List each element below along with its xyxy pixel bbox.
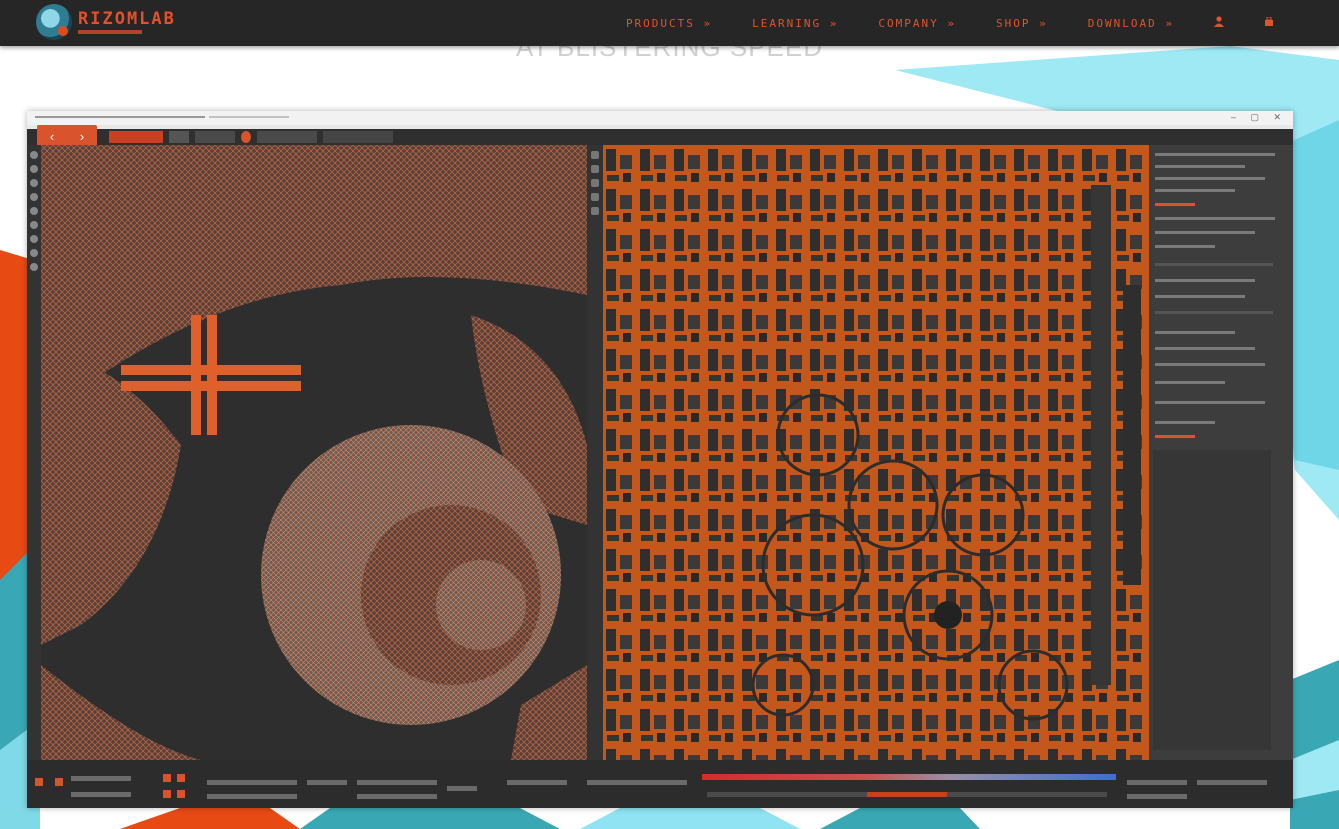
rizomuv-app-window: – ▢ ✕ ‹ › [27, 111, 1293, 808]
left-toolstrip [27, 145, 41, 760]
nav-products[interactable]: PRODUCTS » [626, 17, 712, 30]
tool-icon[interactable] [30, 207, 38, 215]
nav-download[interactable]: DOWNLOAD » [1088, 17, 1174, 30]
tool-icon[interactable] [591, 207, 599, 215]
nav-shop[interactable]: SHOP » [996, 17, 1048, 30]
nav-company[interactable]: COMPANY » [878, 17, 956, 30]
app-toolbar: ‹ › [27, 125, 1293, 147]
bottom-button[interactable] [55, 778, 63, 786]
logo-mark-icon [36, 4, 72, 40]
bottom-button[interactable] [163, 790, 171, 798]
arrow-left-icon[interactable]: ‹ [50, 129, 54, 144]
tool-icon[interactable] [30, 221, 38, 229]
window-controls-icon[interactable]: – ▢ ✕ [1231, 112, 1287, 123]
distortion-gradient-bar [702, 774, 1116, 780]
tool-icon[interactable] [30, 263, 38, 271]
toolbar-accent-block[interactable] [109, 131, 163, 143]
3d-viewport[interactable] [41, 145, 587, 760]
toolbar-button[interactable] [257, 131, 317, 143]
tool-icon[interactable] [30, 249, 38, 257]
toolbar-button[interactable] [195, 131, 235, 143]
toolbar-button[interactable] [241, 131, 251, 143]
main-nav: PRODUCTS » LEARNING » COMPANY » SHOP » D… [626, 0, 1339, 46]
uv-viewport[interactable] [603, 145, 1149, 760]
uv-islands-render [603, 145, 1149, 760]
bottom-button[interactable] [163, 774, 171, 782]
tool-icon[interactable] [591, 151, 599, 159]
toolbar-button[interactable] [169, 131, 189, 143]
tool-icon[interactable] [591, 165, 599, 173]
tool-icon[interactable] [591, 193, 599, 201]
viewport-divider-tools [587, 145, 603, 760]
tool-icon[interactable] [30, 193, 38, 201]
tool-icon[interactable] [30, 151, 38, 159]
bottom-button[interactable] [177, 774, 185, 782]
logo-name: RIZOMLAB [78, 9, 176, 29]
tool-icon[interactable] [30, 235, 38, 243]
toolbar-button[interactable] [323, 131, 393, 143]
tool-icon[interactable] [30, 165, 38, 173]
3d-mesh-render [41, 145, 587, 760]
bottom-panel [27, 760, 1293, 808]
arrow-right-icon[interactable]: › [80, 129, 84, 144]
nav-learning[interactable]: LEARNING » [752, 17, 838, 30]
bottom-button[interactable] [177, 790, 185, 798]
user-icon[interactable] [1214, 16, 1224, 30]
logo-tagline-bar [78, 30, 142, 34]
settings-panel [1149, 145, 1293, 760]
cart-icon[interactable] [1264, 16, 1274, 30]
top-navigation-bar: RIZOMLAB PRODUCTS » LEARNING » COMPANY »… [0, 0, 1339, 46]
rizomlab-logo[interactable]: RIZOMLAB [36, 4, 176, 40]
tool-icon[interactable] [591, 179, 599, 187]
window-titlebar: – ▢ ✕ [27, 111, 1293, 125]
tool-icon[interactable] [30, 179, 38, 187]
history-arrows: ‹ › [37, 125, 97, 147]
panel-empty-area [1153, 450, 1271, 750]
bottom-button[interactable] [35, 778, 43, 786]
